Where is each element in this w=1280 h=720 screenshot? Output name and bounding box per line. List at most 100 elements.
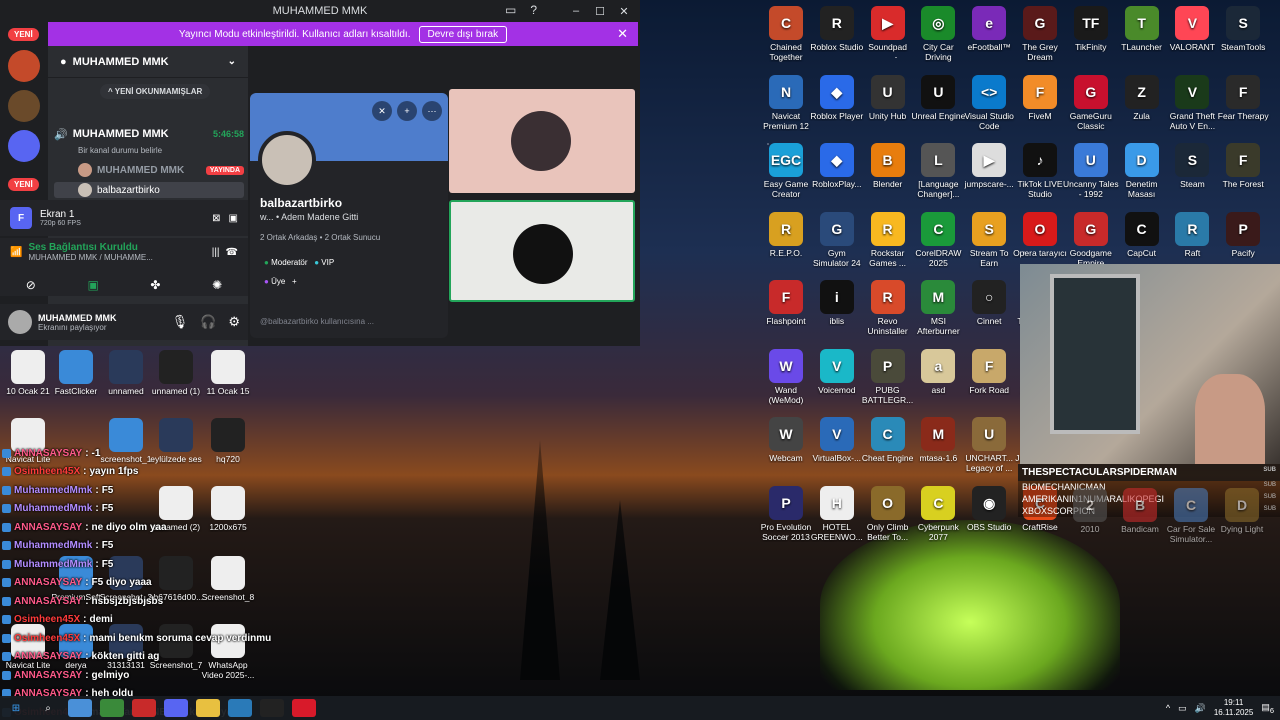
more-icon[interactable]: ⋯ [422, 101, 442, 121]
soundboard-icon[interactable]: ✺ [212, 278, 222, 292]
notification-icon[interactable]: ▤6 [1261, 702, 1274, 715]
desktop-icon[interactable]: C CapCut [1114, 211, 1170, 258]
desktop-icon[interactable]: C Car For Sale Simulator... [1163, 488, 1219, 544]
desktop-icon[interactable]: ▶ jumpscare-... [961, 143, 1017, 189]
desktop-icon[interactable]: C Chained Together [758, 6, 814, 62]
minimize-button[interactable]: – [564, 0, 588, 22]
desktop-icon[interactable]: W Wand (WeMod) [758, 348, 814, 405]
signal-icon[interactable]: 📶 [10, 247, 22, 258]
desktop-icon[interactable]: P Pro Evolution Soccer 2013 [758, 485, 814, 542]
server-icon[interactable] [8, 50, 40, 82]
desktop-icon[interactable]: W Webcam [758, 417, 814, 463]
noise-suppression-icon[interactable]: ||| [212, 247, 220, 258]
desktop-icon[interactable]: ▶ Soundpad [860, 6, 916, 52]
desktop-icon[interactable]: F Fear Therapy [1215, 74, 1271, 121]
desktop-icon[interactable]: ♪ TikTok LIVE Studio [1012, 143, 1068, 199]
desktop-icon[interactable]: ◉ OBS Studio [961, 485, 1017, 532]
desktop-icon[interactable]: 2 2010 [1062, 488, 1118, 534]
desktop-icon[interactable]: Mmtasa-1.6 [910, 417, 966, 463]
stop-stream-icon[interactable]: ⊠ [212, 213, 220, 224]
desktop-icon[interactable]: Z Zula [1114, 74, 1170, 121]
add-friend-icon[interactable]: + [397, 101, 417, 121]
desktop-icon[interactable]: S Stream To Earn [961, 211, 1017, 268]
desktop-icon[interactable]: C Cyberpunk 2077 [910, 485, 966, 542]
desktop-icon[interactable]: V VALORANT [1164, 6, 1220, 52]
desktop-icon[interactable]: i iblis [809, 280, 865, 326]
desktop-icon[interactable]: R Roblox Studio [809, 6, 865, 52]
voice-channel[interactable]: 🔊 MUHAMMED MMK 5:46:58 Bir kanal durumu … [54, 126, 244, 198]
desktop-icon[interactable]: O Opera tarayıcı [1012, 211, 1068, 258]
new-unreads-pill[interactable]: ^ YENİ OKUNMAMIŞLAR [100, 84, 211, 99]
close-button[interactable]: ✕ [612, 0, 636, 22]
help-icon[interactable]: ? [530, 3, 537, 17]
desktop-icon[interactable]: F Fork Road [961, 348, 1017, 395]
desktop-icon[interactable]: G The Grey Dream [1012, 6, 1068, 62]
desktop-icon[interactable]: C Cheat Engine [860, 417, 916, 463]
desktop-icon[interactable]: 11 Ocak 15 [200, 350, 256, 396]
search-icon[interactable]: ⌕ [36, 699, 60, 717]
desktop-icon[interactable]: V Grand Theft Auto V En... [1164, 74, 1220, 131]
gear-icon[interactable]: ⚙ [228, 314, 240, 330]
desktop-icon[interactable]: FastClicker [48, 350, 104, 396]
desktop-icon[interactable]: ◆ Roblox Player [809, 74, 865, 121]
mute-icon[interactable]: ✕ [372, 101, 392, 121]
disable-streamer-mode-button[interactable]: Devre dışı bırak [418, 25, 508, 43]
desktop-icon[interactable]: H HOTEL GREENWO... [809, 485, 865, 542]
disconnect-icon[interactable]: ☎ [226, 247, 238, 258]
desktop-icon[interactable]: O Only Climb Better To... [860, 485, 916, 542]
change-stream-icon[interactable]: ▣ [229, 213, 238, 224]
chevron-up-icon[interactable]: ^ [1166, 703, 1170, 713]
desktop-icon[interactable]: U Uncanny Tales - 1992 [1063, 143, 1119, 199]
desktop-icon[interactable]: U UNCHART... Legacy of ... [961, 417, 1017, 473]
server-header[interactable]: ● MUHAMMED MMK ⌄ [48, 46, 248, 78]
desktop-icon[interactable]: D Dying Light [1214, 488, 1270, 534]
screen-share-icon[interactable]: ▣ [87, 278, 98, 292]
app-icon[interactable] [100, 699, 124, 717]
desktop-icon[interactable]: S SteamTools [1215, 6, 1271, 52]
maximize-button[interactable]: ☐ [588, 0, 612, 22]
inbox-icon[interactable]: ▭ [505, 3, 516, 17]
activities-icon[interactable]: ✤ [150, 278, 160, 292]
desktop-icon[interactable]: e eFootball™ [961, 6, 1017, 52]
obs-icon[interactable] [260, 699, 284, 717]
desktop-icon[interactable]: S Steam [1164, 143, 1220, 189]
desktop-icon[interactable]: M MSI Afterburner [910, 280, 966, 336]
desktop-icon[interactable]: U Unity Hub [860, 74, 916, 121]
desktop-icon[interactable]: G GameGuru Classic [1063, 74, 1119, 131]
desktop-icon[interactable]: a asd [910, 348, 966, 395]
desktop-icon[interactable]: G Gym Simulator 24 [809, 211, 865, 268]
desktop-icon[interactable]: <> Visual Studio Code [961, 74, 1017, 131]
desktop-icon[interactable]: G Goodgame Empire [1063, 211, 1119, 268]
server-icon[interactable] [8, 130, 40, 162]
desktop-icon[interactable]: N Navicat Premium 12 [758, 74, 814, 131]
profile-avatar[interactable] [258, 131, 316, 189]
desktop-icon[interactable]: R Rockstar Games ... [860, 211, 916, 268]
desktop-icon[interactable]: F Flashpoint [758, 280, 814, 326]
folder-icon[interactable] [196, 699, 220, 717]
volume-icon[interactable]: 🔊 [1195, 703, 1206, 714]
desktop-icon[interactable]: C CorelDRAW 2025 [910, 211, 966, 268]
desktop-icon[interactable]: F The Forest [1215, 143, 1271, 189]
camera-off-icon[interactable]: ⊘ [26, 278, 36, 292]
app-icon[interactable] [68, 699, 92, 717]
app-icon[interactable] [132, 699, 156, 717]
app-icon[interactable] [292, 699, 316, 717]
add-role-icon[interactable]: + [292, 277, 297, 286]
desktop-icon[interactable]: unnamed [98, 350, 154, 396]
desktop-icon[interactable]: B Bandicam [1112, 488, 1168, 534]
desktop-icon[interactable]: L [Language Changer]... [910, 143, 966, 199]
desktop-icon[interactable]: B Blender [860, 143, 916, 189]
server-icon[interactable] [8, 90, 40, 122]
desktop-icon[interactable]: ◎ City Car Driving [910, 6, 966, 62]
close-banner-icon[interactable]: ✕ [617, 26, 628, 42]
desktop-icon[interactable]: ○ Cinnet [961, 280, 1017, 326]
headphones-icon[interactable]: 🎧 [200, 314, 216, 330]
desktop-icon[interactable]: TF TikFinity [1063, 6, 1119, 52]
desktop-icon[interactable]: V Voicemod [809, 348, 865, 395]
desktop-icon[interactable]: ◆ RobloxPlay... [809, 143, 865, 189]
clock[interactable]: 19:11 16.11.2025 [1214, 698, 1253, 718]
app-icon[interactable] [164, 699, 188, 717]
desktop-icon[interactable]: T TLauncher [1114, 6, 1170, 52]
desktop-icon[interactable]: R Revo Uninstaller [860, 280, 916, 336]
desktop-icon[interactable]: D Denetim Masası [1114, 143, 1170, 199]
